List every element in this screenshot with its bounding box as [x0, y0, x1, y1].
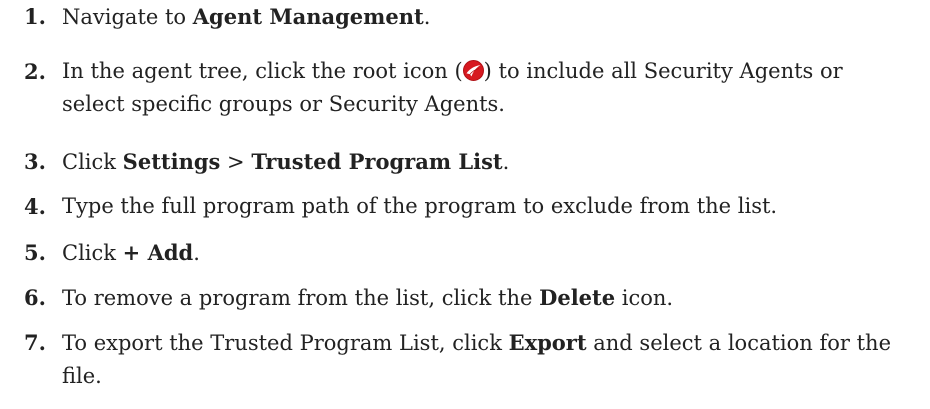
step-number: 5. [24, 240, 46, 265]
ui-term-add: + Add [122, 240, 194, 265]
step-number: 6. [24, 285, 46, 310]
step-number: 7. [24, 330, 46, 355]
step-text: Type the full program path of the progra… [62, 194, 778, 218]
step-number: 2. [24, 59, 46, 84]
ui-term-trusted-program-list: Trusted Program List [251, 149, 503, 174]
step-number: 3. [24, 149, 46, 174]
step-text: In the agent tree, click the root icon (… [62, 59, 843, 116]
step-text: To remove a program from the list, click… [62, 285, 674, 310]
ui-term-agent-management: Agent Management [192, 4, 424, 29]
ui-term-delete: Delete [539, 285, 616, 310]
step-number: 1. [24, 4, 46, 29]
trend-micro-root-icon [462, 60, 484, 81]
step-text: Navigate to Agent Management. [62, 4, 431, 29]
step-text: Click + Add. [62, 240, 200, 265]
step-number: 4. [24, 194, 46, 219]
ui-term-settings: Settings [122, 149, 221, 174]
ui-term-export: Export [508, 330, 587, 355]
step-text: Click Settings > Trusted Program List. [62, 149, 510, 174]
step-text: To export the Trusted Program List, clic… [62, 330, 891, 388]
